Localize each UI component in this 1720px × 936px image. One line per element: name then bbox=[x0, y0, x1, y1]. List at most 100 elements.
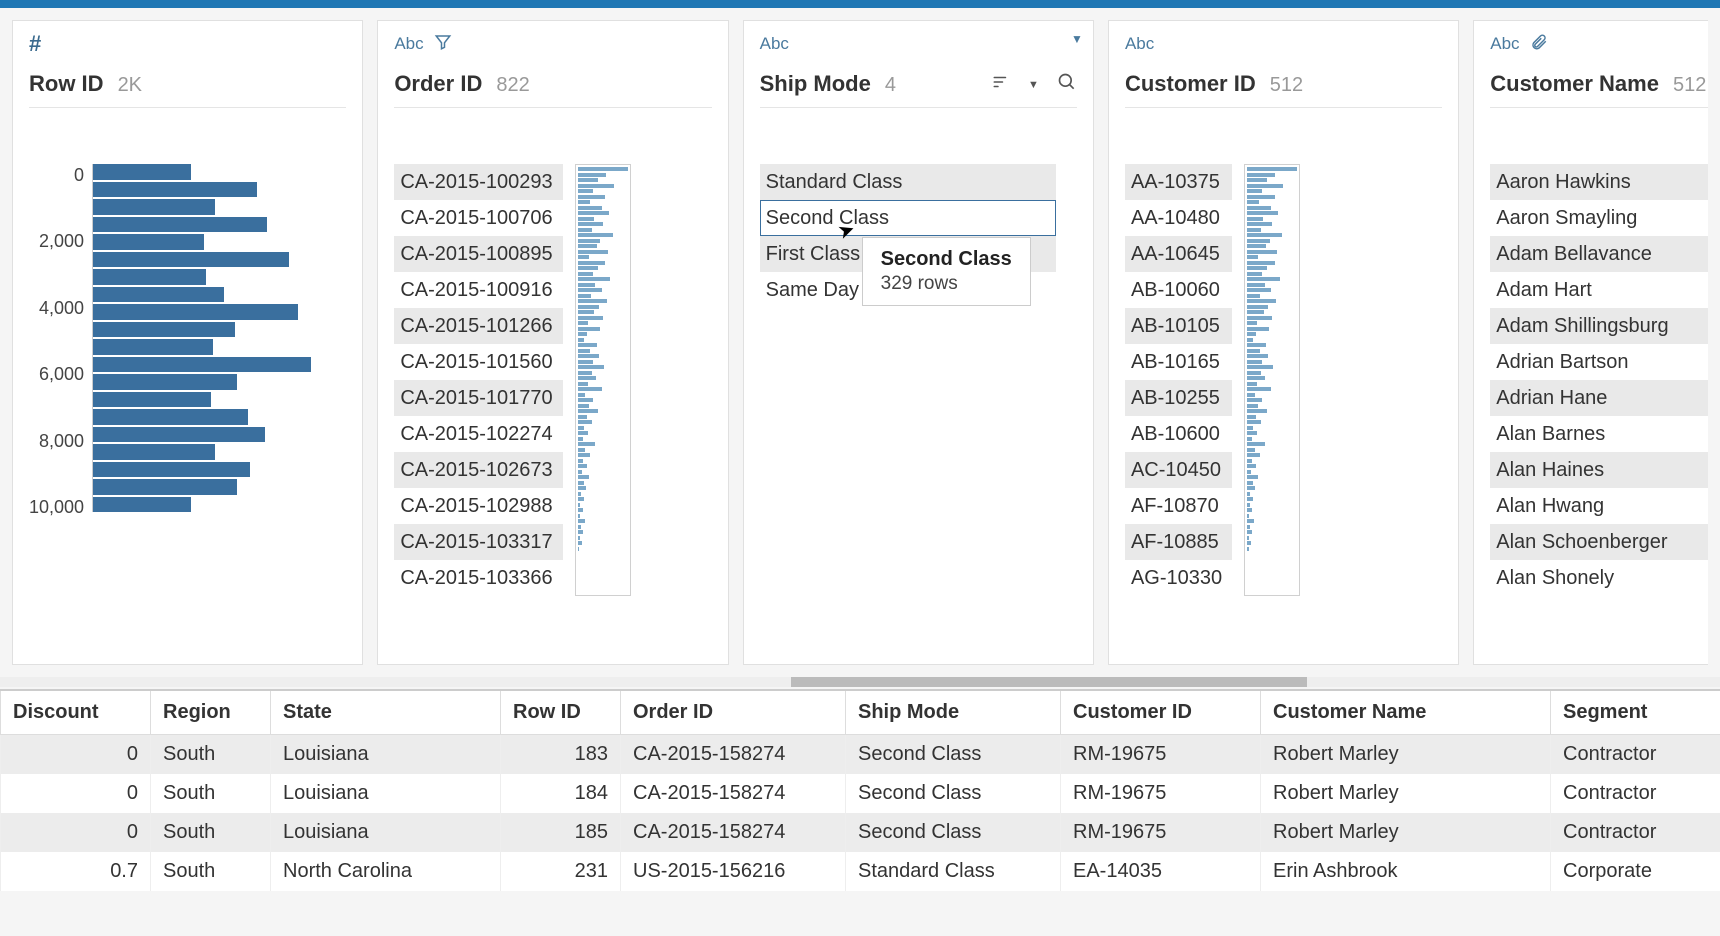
column-header[interactable]: Customer ID bbox=[1061, 690, 1261, 735]
list-item[interactable]: Second Class bbox=[760, 200, 1056, 236]
cell[interactable]: South bbox=[151, 852, 271, 891]
cell[interactable]: EA-14035 bbox=[1061, 852, 1261, 891]
table-row[interactable]: 0SouthLouisiana185CA-2015-158274Second C… bbox=[1, 813, 1720, 852]
cell[interactable]: Louisiana bbox=[271, 813, 501, 852]
cell[interactable]: 183 bbox=[501, 735, 621, 775]
card-menu-dropdown-icon[interactable]: ▼ bbox=[1071, 32, 1083, 46]
histogram-bar[interactable] bbox=[93, 409, 248, 425]
list-item[interactable]: CA-2015-102673 bbox=[394, 452, 562, 488]
cell[interactable]: 185 bbox=[501, 813, 621, 852]
cell[interactable]: South bbox=[151, 813, 271, 852]
list-item[interactable]: Adrian Bartson bbox=[1490, 344, 1708, 380]
table-row[interactable]: 0.7SouthNorth Carolina231US-2015-156216S… bbox=[1, 852, 1720, 891]
cell[interactable]: South bbox=[151, 735, 271, 775]
column-header[interactable]: Customer Name bbox=[1261, 690, 1551, 735]
histogram-bar[interactable] bbox=[93, 497, 191, 513]
cell[interactable]: 184 bbox=[501, 774, 621, 813]
cell[interactable]: Contractor bbox=[1551, 813, 1720, 852]
column-header[interactable]: Row ID bbox=[501, 690, 621, 735]
card-customer-name[interactable]: Abc Customer Name 512 Aaron HawkinsAaron… bbox=[1473, 20, 1708, 665]
cell[interactable]: Robert Marley bbox=[1261, 774, 1551, 813]
customer-name-list[interactable]: Aaron HawkinsAaron SmaylingAdam Bellavan… bbox=[1490, 164, 1708, 596]
histogram-bar[interactable] bbox=[93, 234, 204, 250]
cell[interactable]: Corporate bbox=[1551, 852, 1720, 891]
cell[interactable]: RM-19675 bbox=[1061, 813, 1261, 852]
cell[interactable]: Second Class bbox=[846, 735, 1061, 775]
table-row[interactable]: 0SouthLouisiana183CA-2015-158274Second C… bbox=[1, 735, 1720, 775]
list-item[interactable]: AA-10480 bbox=[1125, 200, 1232, 236]
list-item[interactable]: Aaron Smayling bbox=[1490, 200, 1708, 236]
cell[interactable]: 0.7 bbox=[1, 852, 151, 891]
cell[interactable]: Robert Marley bbox=[1261, 813, 1551, 852]
list-item[interactable]: AB-10060 bbox=[1125, 272, 1232, 308]
list-item[interactable]: AB-10105 bbox=[1125, 308, 1232, 344]
list-item[interactable]: CA-2015-101266 bbox=[394, 308, 562, 344]
cell[interactable]: CA-2015-158274 bbox=[621, 735, 846, 775]
column-header[interactable]: State bbox=[271, 690, 501, 735]
histogram-bar[interactable] bbox=[93, 392, 211, 408]
list-item[interactable]: Alan Shonely bbox=[1490, 560, 1708, 596]
cell[interactable]: 231 bbox=[501, 852, 621, 891]
cell[interactable]: RM-19675 bbox=[1061, 735, 1261, 775]
histogram-bar[interactable] bbox=[93, 182, 257, 198]
cell[interactable]: 0 bbox=[1, 735, 151, 775]
column-header[interactable]: Ship Mode bbox=[846, 690, 1061, 735]
list-item[interactable]: CA-2015-103317 bbox=[394, 524, 562, 560]
cell[interactable]: 0 bbox=[1, 774, 151, 813]
list-item[interactable]: Adam Bellavance bbox=[1490, 236, 1708, 272]
histogram-bar[interactable] bbox=[93, 217, 267, 233]
list-item[interactable]: Adrian Hane bbox=[1490, 380, 1708, 416]
histogram-bar[interactable] bbox=[93, 252, 289, 268]
cell[interactable]: CA-2015-158274 bbox=[621, 774, 846, 813]
column-header[interactable]: Segment bbox=[1551, 690, 1720, 735]
histogram-bar[interactable] bbox=[93, 199, 215, 215]
list-item[interactable]: CA-2015-101560 bbox=[394, 344, 562, 380]
sort-dropdown-icon[interactable]: ▼ bbox=[1028, 79, 1039, 91]
card-order-id[interactable]: Abc Order ID 822 CA-2015-100293CA-2015-1… bbox=[377, 20, 728, 665]
cell[interactable]: RM-19675 bbox=[1061, 774, 1261, 813]
attachment-icon[interactable] bbox=[1530, 33, 1548, 56]
histogram-bar[interactable] bbox=[93, 479, 237, 495]
list-item[interactable]: CA-2015-100916 bbox=[394, 272, 562, 308]
cell[interactable]: Second Class bbox=[846, 813, 1061, 852]
histogram-bar[interactable] bbox=[93, 322, 235, 338]
column-header[interactable]: Region bbox=[151, 690, 271, 735]
list-item[interactable]: CA-2015-102988 bbox=[394, 488, 562, 524]
histogram-bar[interactable] bbox=[93, 357, 311, 373]
histogram-bar[interactable] bbox=[93, 427, 265, 443]
histogram-bar[interactable] bbox=[93, 339, 213, 355]
horizontal-scrollbar[interactable] bbox=[0, 677, 1720, 687]
cell[interactable]: North Carolina bbox=[271, 852, 501, 891]
card-row-id[interactable]: # Row ID 2K 02,0004,0006,0008,00010,000 bbox=[12, 20, 363, 665]
list-item[interactable]: AC-10450 bbox=[1125, 452, 1232, 488]
order-id-list[interactable]: CA-2015-100293CA-2015-100706CA-2015-1008… bbox=[394, 164, 562, 596]
cell[interactable]: South bbox=[151, 774, 271, 813]
column-header[interactable]: Order ID bbox=[621, 690, 846, 735]
cell[interactable]: US-2015-156216 bbox=[621, 852, 846, 891]
sort-icon[interactable] bbox=[992, 73, 1010, 96]
list-item[interactable]: CA-2015-100706 bbox=[394, 200, 562, 236]
cell[interactable]: Contractor bbox=[1551, 774, 1720, 813]
data-grid[interactable]: DiscountRegionStateRow IDOrder IDShip Mo… bbox=[0, 689, 1720, 891]
row-id-histogram[interactable]: 02,0004,0006,0008,00010,000 bbox=[29, 164, 346, 516]
histogram-bar[interactable] bbox=[93, 287, 224, 303]
search-icon[interactable] bbox=[1057, 72, 1077, 97]
list-item[interactable]: CA-2015-103366 bbox=[394, 560, 562, 596]
cell[interactable]: Louisiana bbox=[271, 774, 501, 813]
cell[interactable]: Louisiana bbox=[271, 735, 501, 775]
list-item[interactable]: AB-10165 bbox=[1125, 344, 1232, 380]
cell[interactable]: Second Class bbox=[846, 774, 1061, 813]
list-item[interactable]: CA-2015-101770 bbox=[394, 380, 562, 416]
card-customer-id[interactable]: Abc Customer ID 512 AA-10375AA-10480AA-1… bbox=[1108, 20, 1459, 665]
histogram-bar[interactable] bbox=[93, 269, 206, 285]
cell[interactable]: Standard Class bbox=[846, 852, 1061, 891]
list-item[interactable]: Alan Schoenberger bbox=[1490, 524, 1708, 560]
histogram-bar[interactable] bbox=[93, 164, 191, 180]
list-item[interactable]: Standard Class bbox=[760, 164, 1056, 200]
list-item[interactable]: CA-2015-100895 bbox=[394, 236, 562, 272]
list-item[interactable]: AF-10870 bbox=[1125, 488, 1232, 524]
list-item[interactable]: AF-10885 bbox=[1125, 524, 1232, 560]
filter-icon[interactable] bbox=[434, 33, 452, 56]
card-ship-mode[interactable]: Abc ▼ Ship Mode 4 ▼ Standard ClassSecond… bbox=[743, 20, 1094, 665]
list-item[interactable]: AB-10600 bbox=[1125, 416, 1232, 452]
